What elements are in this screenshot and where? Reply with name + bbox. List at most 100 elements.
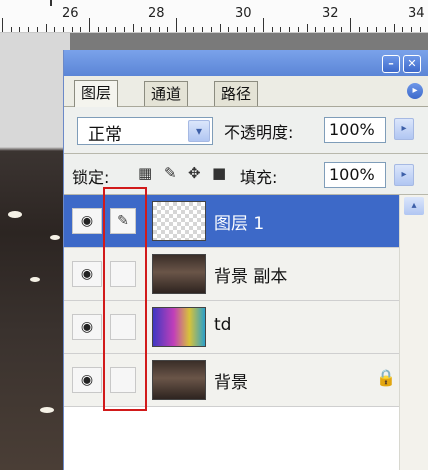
ruler-tick: [219, 24, 221, 32]
ruler-tick: [141, 27, 143, 32]
ruler-tick: [410, 27, 412, 32]
ruler-label: 30: [235, 6, 252, 21]
ruler-marker: [50, 0, 52, 6]
ruler-tick: [236, 27, 238, 32]
ruler-tick: [350, 18, 351, 32]
brush-lock-icon[interactable]: ✎: [164, 164, 177, 182]
ruler-tick: [19, 27, 21, 32]
ruler-tick: [193, 27, 195, 32]
ruler-tick: [384, 27, 386, 32]
panel-menu-icon[interactable]: ▸: [407, 83, 423, 99]
layer-row[interactable]: ◉ 背景 副本: [64, 248, 399, 301]
ruler-tick: [358, 27, 360, 32]
ruler-tick: [271, 27, 273, 32]
opacity-label: 不透明度:: [224, 123, 294, 142]
ruler-tick: [306, 24, 308, 32]
layer-thumbnail: [152, 360, 206, 400]
horizontal-ruler: 26 28 30 32 34: [0, 0, 428, 33]
layer-thumbnail: [152, 307, 206, 347]
ruler-tick: [254, 27, 256, 32]
fill-slider-icon[interactable]: ▸: [394, 164, 414, 186]
transparency-lock-icon[interactable]: ▦: [138, 164, 152, 182]
layer-name: td: [214, 315, 232, 335]
ruler-tick: [132, 24, 134, 32]
layers-list: ◉ ✎ 图层 1 ◉ 背景 副本 ◉ td ◉ 背景 🔒: [64, 195, 399, 470]
layers-scrollbar[interactable]: ▴: [399, 195, 428, 470]
panel-tabs: 图层 通道 路径 ▸: [64, 76, 428, 107]
eye-icon[interactable]: ◉: [72, 367, 102, 393]
ruler-tick: [315, 27, 317, 32]
layer-row[interactable]: ◉ td: [64, 301, 399, 354]
layer-name: 背景: [214, 373, 248, 393]
ceiling-light: [50, 235, 60, 240]
document-canvas[interactable]: [0, 33, 70, 470]
ruler-tick: [45, 24, 47, 32]
ruler-tick: [2, 18, 3, 32]
dropdown-arrow-icon[interactable]: ▾: [188, 120, 210, 142]
ruler-tick: [28, 27, 30, 32]
opacity-field[interactable]: 100%: [324, 117, 386, 143]
lock-label: 锁定:: [72, 168, 110, 187]
ruler-tick: [176, 18, 177, 32]
ruler-tick: [10, 27, 12, 32]
tab-layers[interactable]: 图层: [74, 80, 119, 107]
link-slot[interactable]: [110, 261, 136, 287]
blend-mode-select[interactable]: 正常 ▾: [77, 117, 213, 145]
minimize-icon[interactable]: –: [382, 55, 400, 73]
scroll-up-icon[interactable]: ▴: [404, 197, 424, 215]
ruler-tick: [245, 27, 247, 32]
ruler-tick: [106, 27, 108, 32]
layer-row[interactable]: ◉ ✎ 图层 1: [64, 195, 399, 248]
ruler-tick: [71, 27, 73, 32]
fill-field[interactable]: 100%: [324, 162, 386, 188]
ruler-tick: [263, 18, 264, 32]
ceiling-light: [30, 277, 40, 282]
ruler-tick: [36, 27, 38, 32]
tab-channels[interactable]: 通道: [144, 81, 189, 106]
ruler-tick: [158, 27, 160, 32]
blend-mode-value: 正常: [88, 125, 122, 145]
lock-fill-row: 锁定: ▦ ✎ ✥ ■ 填充: 100% ▸: [64, 154, 428, 194]
layer-row[interactable]: ◉ 背景 🔒: [64, 354, 399, 407]
ruler-label: 32: [322, 6, 339, 21]
ruler-tick: [297, 27, 299, 32]
ruler-tick: [280, 27, 282, 32]
ruler-tick: [89, 18, 90, 32]
panel-titlebar[interactable]: – ✕: [64, 50, 428, 76]
blend-opacity-row: 正常 ▾ 不透明度: 100% ▸: [64, 107, 428, 153]
ruler-tick: [210, 27, 212, 32]
ruler-tick: [376, 27, 378, 32]
ruler-tick: [149, 27, 151, 32]
close-icon[interactable]: ✕: [403, 55, 421, 73]
brush-link-icon[interactable]: ✎: [110, 208, 136, 234]
link-slot[interactable]: [110, 314, 136, 340]
ceiling-light: [8, 211, 22, 218]
ruler-label: 26: [62, 6, 79, 21]
ruler-label: 34: [408, 6, 425, 21]
ruler-tick: [184, 27, 186, 32]
tab-paths[interactable]: 路径: [214, 81, 259, 106]
ruler-label: 28: [148, 6, 165, 21]
move-icon[interactable]: ✥: [188, 164, 201, 182]
ruler-tick: [367, 27, 369, 32]
eye-icon[interactable]: ◉: [72, 261, 102, 287]
ruler-tick: [402, 27, 404, 32]
ruler-tick: [54, 27, 56, 32]
ruler-tick: [332, 27, 334, 32]
fill-label: 填充:: [240, 168, 278, 187]
lock-icon[interactable]: ■: [212, 164, 226, 182]
layer-thumbnail: [152, 201, 206, 241]
lock-icon: 🔒: [376, 368, 396, 387]
ruler-tick: [202, 27, 204, 32]
ruler-tick: [341, 27, 343, 32]
eye-icon[interactable]: ◉: [72, 208, 102, 234]
ruler-tick: [289, 27, 291, 32]
opacity-slider-icon[interactable]: ▸: [394, 118, 414, 140]
ruler-tick: [419, 27, 421, 32]
layer-thumbnail: [152, 254, 206, 294]
link-slot[interactable]: [110, 367, 136, 393]
ruler-tick: [62, 27, 64, 32]
eye-icon[interactable]: ◉: [72, 314, 102, 340]
ruler-tick: [323, 27, 325, 32]
ruler-tick: [80, 27, 82, 32]
